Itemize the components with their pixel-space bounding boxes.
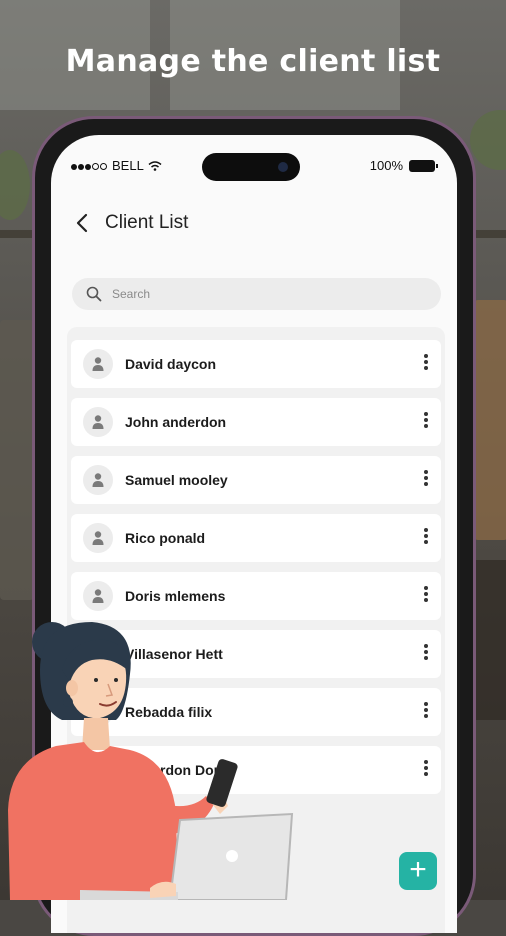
dynamic-island	[202, 153, 300, 181]
more-options-icon[interactable]	[421, 700, 431, 724]
avatar	[83, 465, 113, 495]
more-options-icon[interactable]	[421, 526, 431, 550]
client-name: Samuel mooley	[125, 472, 228, 488]
more-options-icon[interactable]	[421, 758, 431, 782]
battery-icon	[409, 159, 438, 172]
user-icon	[92, 531, 104, 545]
client-row[interactable]: David daycon	[71, 340, 441, 388]
more-options-icon[interactable]	[421, 410, 431, 434]
avatar	[83, 349, 113, 379]
client-name: David daycon	[125, 356, 217, 372]
carrier-label: BELL	[112, 158, 144, 173]
add-client-button[interactable]: +	[399, 852, 437, 890]
search-input[interactable]: Search	[72, 278, 441, 310]
woman-illustration	[8, 622, 294, 900]
user-icon	[92, 357, 104, 371]
client-row[interactable]: John anderdon	[71, 398, 441, 446]
battery-percent: 100%	[369, 158, 403, 173]
user-icon	[92, 415, 104, 429]
more-options-icon[interactable]	[421, 468, 431, 492]
more-options-icon[interactable]	[421, 584, 431, 608]
status-bar: BELL 100%	[51, 153, 457, 181]
client-row[interactable]: Samuel mooley	[71, 456, 441, 504]
signal-icon	[71, 158, 108, 173]
search-icon	[86, 286, 102, 302]
client-name: John anderdon	[125, 414, 227, 430]
title-bar: Client List	[51, 207, 457, 241]
more-options-icon[interactable]	[421, 642, 431, 666]
avatar	[83, 523, 113, 553]
client-name: Rico ponald	[125, 530, 206, 546]
avatar	[83, 407, 113, 437]
search-placeholder: Search	[112, 287, 151, 301]
client-row[interactable]: Rico ponald	[71, 514, 441, 562]
more-options-icon[interactable]	[421, 352, 431, 376]
headline: Manage the client list	[65, 44, 441, 79]
wifi-icon	[148, 160, 162, 171]
back-arrow-icon[interactable]	[71, 211, 95, 235]
page-title: Client List	[105, 212, 189, 233]
user-icon	[92, 473, 104, 487]
